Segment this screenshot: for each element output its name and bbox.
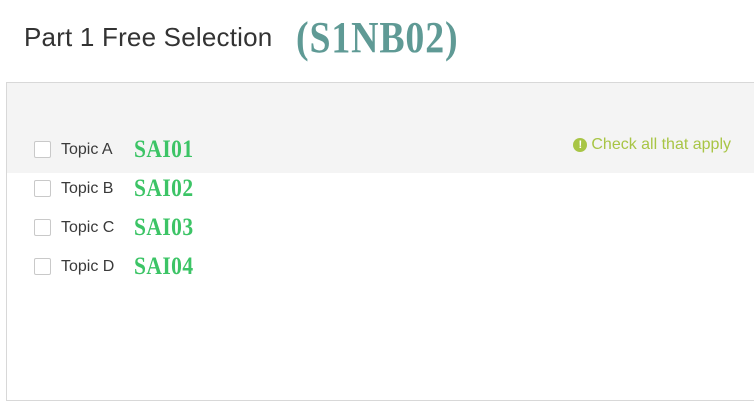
option-code-label: SAI03 [134,213,194,241]
checkbox[interactable] [34,219,51,236]
option-topic-b[interactable]: Topic B SAI02 [34,169,203,208]
option-label: Topic C [61,218,115,236]
option-topic-d[interactable]: Topic D SAI04 [34,247,203,286]
question-code-label: (S1NB02) [296,13,459,62]
option-topic-c[interactable]: Topic C SAI03 [34,208,203,247]
option-code-label: SAI01 [134,135,194,163]
option-code-label: SAI02 [134,174,194,202]
option-topic-a[interactable]: Topic A SAI01 [34,130,203,169]
page-header: Part 1 Free Selection (S1NB02) [0,0,754,82]
checkbox[interactable] [34,141,51,158]
checkbox[interactable] [34,258,51,275]
option-label: Topic B [61,179,114,197]
checkbox[interactable] [34,180,51,197]
option-label: Topic D [61,257,115,275]
option-label: Topic A [61,140,113,158]
page-title: Part 1 Free Selection [24,22,273,52]
option-code-label: SAI04 [134,252,194,280]
options-list: Topic A SAI01 Topic B SAI02 Topic C SAI0… [34,130,203,286]
check-all-hint: ! Check all that apply [573,136,731,154]
exclamation-circle-icon: ! [573,138,588,152]
hint-text: Check all that apply [591,136,731,153]
